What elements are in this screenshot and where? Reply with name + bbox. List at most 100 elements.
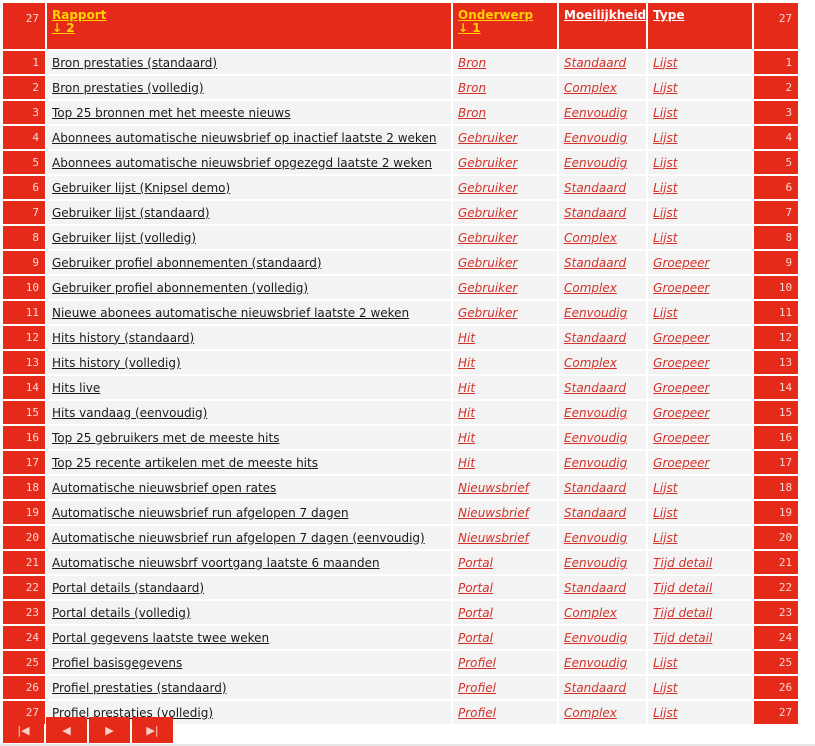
subject-link[interactable]: Bron <box>458 56 486 70</box>
report-link[interactable]: Portal gegevens laatste twee weken <box>52 631 269 645</box>
report-link[interactable]: Abonnees automatische nieuwsbrief opgeze… <box>52 156 432 170</box>
difficulty-link[interactable]: Complex <box>564 281 617 295</box>
difficulty-link[interactable]: Eenvoudig <box>564 406 627 420</box>
type-link[interactable]: Tijd detail <box>653 606 712 620</box>
subject-link[interactable]: Gebruiker <box>458 256 517 270</box>
subject-link[interactable]: Gebruiker <box>458 206 517 220</box>
type-link[interactable]: Groepeer <box>653 456 709 470</box>
difficulty-link[interactable]: Eenvoudig <box>564 531 627 545</box>
report-link[interactable]: Portal details (standaard) <box>52 581 204 595</box>
subject-link[interactable]: Nieuwsbrief <box>458 481 529 495</box>
type-link[interactable]: Groepeer <box>653 281 709 295</box>
subject-link[interactable]: Nieuwsbrief <box>458 531 529 545</box>
type-link[interactable]: Lijst <box>653 656 677 670</box>
subject-link[interactable]: Portal <box>458 581 493 595</box>
report-link[interactable]: Hits history (standaard) <box>52 331 194 345</box>
next-page-button[interactable]: ▶ <box>89 717 130 743</box>
sort-rapport-link[interactable]: Rapport ↓ 2 <box>47 3 106 35</box>
type-link[interactable]: Lijst <box>653 681 677 695</box>
type-link[interactable]: Lijst <box>653 131 677 145</box>
subject-link[interactable]: Gebruiker <box>458 281 517 295</box>
type-link[interactable]: Groepeer <box>653 381 709 395</box>
difficulty-link[interactable]: Eenvoudig <box>564 431 627 445</box>
type-link[interactable]: Groepeer <box>653 431 709 445</box>
report-link[interactable]: Gebruiker profiel abonnementen (volledig… <box>52 281 308 295</box>
report-link[interactable]: Automatische nieuwsbrf voortgang laatste… <box>52 556 380 570</box>
type-link[interactable]: Tijd detail <box>653 631 712 645</box>
subject-link[interactable]: Portal <box>458 631 493 645</box>
difficulty-link[interactable]: Eenvoudig <box>564 631 627 645</box>
report-link[interactable]: Hits live <box>52 381 100 395</box>
subject-link[interactable]: Gebruiker <box>458 181 517 195</box>
report-link[interactable]: Abonnees automatische nieuwsbrief op ina… <box>52 131 436 145</box>
subject-link[interactable]: Gebruiker <box>458 131 517 145</box>
difficulty-link[interactable]: Complex <box>564 356 617 370</box>
difficulty-link[interactable]: Eenvoudig <box>564 556 627 570</box>
subject-link[interactable]: Hit <box>458 356 475 370</box>
sort-moeilijkheid-link[interactable]: Moeilijkheid <box>559 3 646 22</box>
type-link[interactable]: Lijst <box>653 106 677 120</box>
subject-link[interactable]: Hit <box>458 456 475 470</box>
type-link[interactable]: Lijst <box>653 531 677 545</box>
subject-link[interactable]: Gebruiker <box>458 231 517 245</box>
difficulty-link[interactable]: Eenvoudig <box>564 656 627 670</box>
type-link[interactable]: Lijst <box>653 481 677 495</box>
subject-link[interactable]: Hit <box>458 331 475 345</box>
last-page-button[interactable]: ▶| <box>132 717 173 743</box>
difficulty-link[interactable]: Standaard <box>564 681 626 695</box>
type-link[interactable]: Groepeer <box>653 406 709 420</box>
subject-link[interactable]: Bron <box>458 81 486 95</box>
report-link[interactable]: Portal details (volledig) <box>52 606 191 620</box>
subject-link[interactable]: Gebruiker <box>458 306 517 320</box>
type-link[interactable]: Lijst <box>653 156 677 170</box>
report-link[interactable]: Gebruiker profiel abonnementen (standaar… <box>52 256 322 270</box>
type-link[interactable]: Lijst <box>653 706 677 720</box>
subject-link[interactable]: Bron <box>458 106 486 120</box>
difficulty-link[interactable]: Eenvoudig <box>564 131 627 145</box>
report-link[interactable]: Automatische nieuwsbrief run afgelopen 7… <box>52 531 425 545</box>
difficulty-link[interactable]: Standaard <box>564 381 626 395</box>
report-link[interactable]: Gebruiker lijst (volledig) <box>52 231 196 245</box>
report-link[interactable]: Bron prestaties (standaard) <box>52 56 217 70</box>
type-link[interactable]: Groepeer <box>653 356 709 370</box>
report-link[interactable]: Hits vandaag (eenvoudig) <box>52 406 207 420</box>
type-link[interactable]: Tijd detail <box>653 581 712 595</box>
difficulty-link[interactable]: Complex <box>564 706 617 720</box>
subject-link[interactable]: Gebruiker <box>458 156 517 170</box>
difficulty-link[interactable]: Complex <box>564 81 617 95</box>
sort-type-link[interactable]: Type <box>648 3 684 22</box>
report-link[interactable]: Automatische nieuwsbrief open rates <box>52 481 276 495</box>
subject-link[interactable]: Hit <box>458 431 475 445</box>
sort-onderwerp-link[interactable]: Onderwerp ↓ 1 <box>453 3 533 35</box>
type-link[interactable]: Lijst <box>653 181 677 195</box>
report-link[interactable]: Automatische nieuwsbrief run afgelopen 7… <box>52 506 349 520</box>
type-link[interactable]: Lijst <box>653 506 677 520</box>
report-link[interactable]: Nieuwe abonees automatische nieuwsbrief … <box>52 306 409 320</box>
type-link[interactable]: Tijd detail <box>653 556 712 570</box>
difficulty-link[interactable]: Eenvoudig <box>564 306 627 320</box>
subject-link[interactable]: Profiel <box>458 681 496 695</box>
type-link[interactable]: Lijst <box>653 206 677 220</box>
difficulty-link[interactable]: Standaard <box>564 506 626 520</box>
type-link[interactable]: Lijst <box>653 81 677 95</box>
difficulty-link[interactable]: Eenvoudig <box>564 456 627 470</box>
subject-link[interactable]: Profiel <box>458 706 496 720</box>
type-link[interactable]: Groepeer <box>653 256 709 270</box>
difficulty-link[interactable]: Standaard <box>564 581 626 595</box>
report-link[interactable]: Hits history (volledig) <box>52 356 181 370</box>
type-link[interactable]: Lijst <box>653 306 677 320</box>
report-link[interactable]: Gebruiker lijst (standaard) <box>52 206 210 220</box>
report-link[interactable]: Gebruiker lijst (Knipsel demo) <box>52 181 230 195</box>
difficulty-link[interactable]: Standaard <box>564 56 626 70</box>
difficulty-link[interactable]: Complex <box>564 606 617 620</box>
type-link[interactable]: Lijst <box>653 56 677 70</box>
report-link[interactable]: Top 25 recente artikelen met de meeste h… <box>52 456 318 470</box>
report-link[interactable]: Top 25 gebruikers met de meeste hits <box>52 431 279 445</box>
subject-link[interactable]: Nieuwsbrief <box>458 506 529 520</box>
subject-link[interactable]: Hit <box>458 381 475 395</box>
report-link[interactable]: Bron prestaties (volledig) <box>52 81 204 95</box>
subject-link[interactable]: Portal <box>458 556 493 570</box>
subject-link[interactable]: Hit <box>458 406 475 420</box>
previous-page-button[interactable]: ◀ <box>46 717 87 743</box>
report-link[interactable]: Profiel basisgegevens <box>52 656 182 670</box>
